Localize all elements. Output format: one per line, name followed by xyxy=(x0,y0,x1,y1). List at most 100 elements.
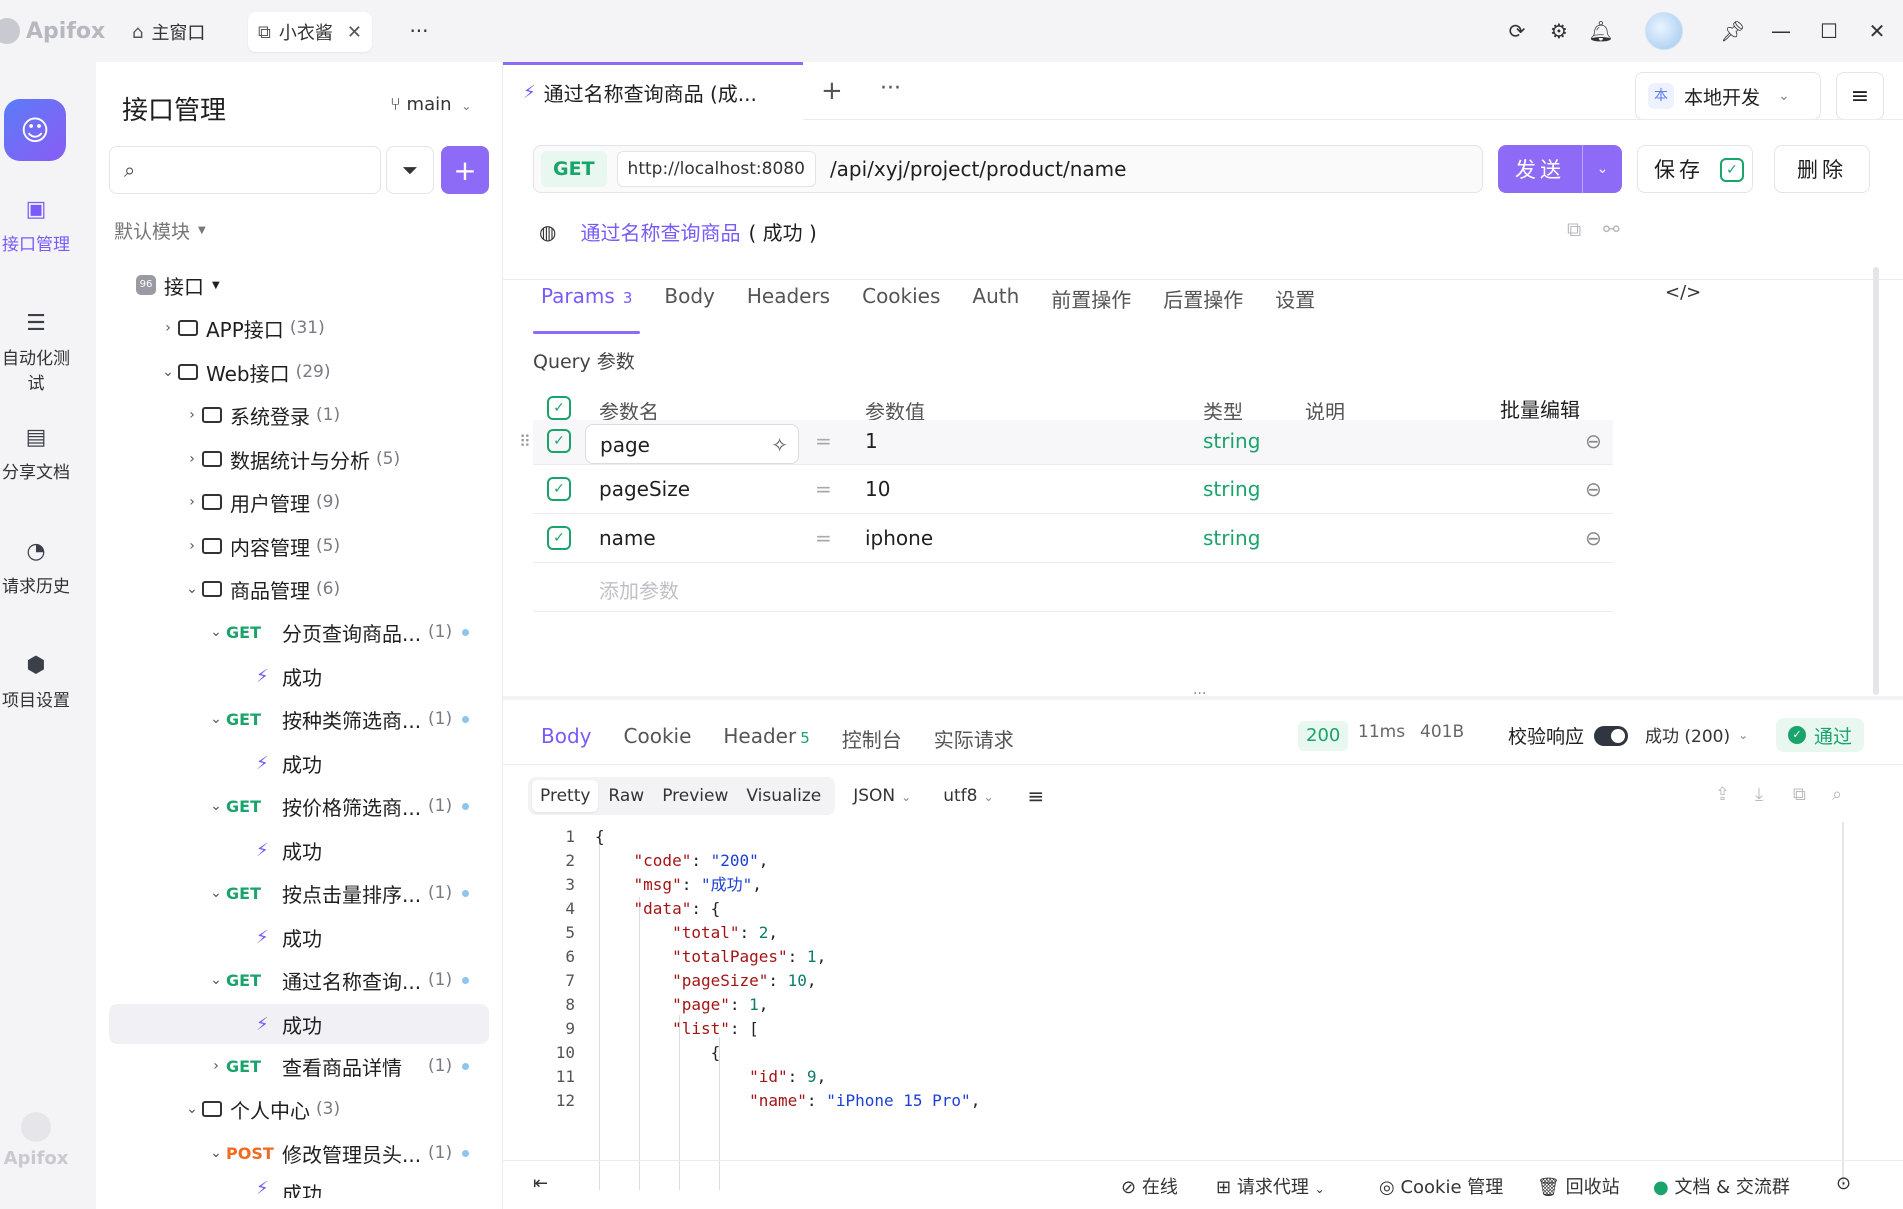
method-select[interactable]: GET xyxy=(541,151,607,187)
url-bar[interactable]: GET http://localhost:8080 /api/xyj/proje… xyxy=(533,145,1483,193)
close-window-icon[interactable]: ✕ xyxy=(1864,18,1890,44)
more-tabs-button[interactable]: ··· xyxy=(406,18,432,44)
tree-case-selected[interactable]: ⚡︎ 成功 xyxy=(109,1004,489,1044)
rail-item-history[interactable]: ◔ 请求历史 xyxy=(0,540,72,598)
upload-icon[interactable]: ⇪ xyxy=(1715,784,1730,805)
tree-api[interactable]: ⌄ GET 按价格筛选商... (1) xyxy=(206,788,470,824)
branch-select[interactable]: ⑂ main ⌄ xyxy=(390,94,471,115)
back-to-top-icon[interactable]: ⊙ xyxy=(1836,1173,1851,1194)
tree-api[interactable]: ⌄ GET 分页查询商品... (1) xyxy=(206,614,470,650)
share-icon[interactable]: ⚯ xyxy=(1603,217,1620,241)
minimize-icon[interactable]: — xyxy=(1768,18,1794,44)
param-type[interactable]: string xyxy=(1203,477,1260,501)
validate-toggle[interactable]: 校验响应 xyxy=(1508,722,1629,749)
add-button[interactable]: + xyxy=(441,146,489,194)
param-value[interactable]: 10 xyxy=(865,477,890,501)
view-visualize[interactable]: Visualize xyxy=(738,780,829,812)
param-type[interactable]: string xyxy=(1203,526,1260,550)
proxy-select[interactable]: ⊞ 请求代理 ⌄ xyxy=(1216,1173,1325,1199)
tree-folder[interactable]: ⌄ Web接口 (29) xyxy=(158,354,330,390)
refresh-icon[interactable]: ⟳ xyxy=(1504,18,1530,44)
code-icon[interactable]: </> xyxy=(1665,282,1701,303)
param-value[interactable]: 1 xyxy=(865,429,878,453)
tree-api[interactable]: ⌄ GET 通过名称查询... (1) xyxy=(206,962,470,998)
param-value[interactable]: iphone xyxy=(865,526,933,550)
path-input[interactable]: /api/xyj/project/product/name xyxy=(830,157,1126,181)
recycle-bin[interactable]: 🗑︎ 回收站 xyxy=(1537,1173,1620,1199)
gear-icon[interactable]: ⚙ xyxy=(1546,18,1572,44)
response-body-viewer[interactable]: 1 2 3 4 5 6 7 8 9 10 11 12 { "code": "20… xyxy=(533,825,1623,1190)
remove-icon[interactable]: ⊖ xyxy=(1585,429,1602,453)
save-button[interactable]: 保存 ✓ xyxy=(1637,145,1753,193)
view-pretty[interactable]: Pretty xyxy=(532,780,599,812)
tab-pre-script[interactable]: 前置操作 xyxy=(1051,284,1131,328)
copy-icon[interactable]: ⧉ xyxy=(1793,784,1806,805)
param-name[interactable]: pageSize xyxy=(599,477,690,501)
maximize-icon[interactable]: ☐ xyxy=(1816,18,1842,44)
tab-post-script[interactable]: 后置操作 xyxy=(1163,284,1243,328)
view-raw[interactable]: Raw xyxy=(600,780,652,812)
rail-item-docs[interactable]: ▤ 分享文档 xyxy=(0,426,72,484)
tree-api[interactable]: › GET 查看商品详情 (1) xyxy=(206,1048,470,1084)
chevron-down-icon[interactable]: ⌄ xyxy=(1583,161,1622,177)
tab-auth[interactable]: Auth xyxy=(972,284,1019,328)
bulk-edit-button[interactable]: 批量编辑 xyxy=(1500,394,1580,423)
tree-api[interactable]: ⌄ GET 按种类筛选商... (1) xyxy=(206,701,470,737)
case-name-link[interactable]: 通过名称查询商品 xyxy=(580,217,740,246)
pin-icon[interactable]: 📌︎ xyxy=(1720,18,1746,44)
avatar[interactable] xyxy=(1645,12,1683,50)
row-checkbox[interactable]: ✓ xyxy=(547,429,571,453)
tree-case[interactable]: ⚡︎ 成功 xyxy=(256,745,322,781)
drag-handle-icon[interactable]: ··· xyxy=(1193,686,1206,702)
module-select[interactable]: 默认模块 ▼ xyxy=(114,212,206,248)
tab-params[interactable]: Params 3 xyxy=(532,284,641,334)
tree-case[interactable]: ⚡︎ 成功 xyxy=(256,832,322,868)
tree-folder[interactable]: ⌄ 商品管理 (6) xyxy=(182,571,340,607)
validate-select[interactable]: 成功 (200) ⌄ xyxy=(1645,722,1748,747)
project-logo[interactable]: ☺ xyxy=(4,99,66,161)
scrollbar[interactable] xyxy=(1873,267,1879,695)
tree-case[interactable]: ⚡︎ 成功 xyxy=(256,658,322,694)
collapse-sidebar-icon[interactable]: ⇤ xyxy=(533,1173,548,1194)
docs-community[interactable]: ● 文档 & 交流群 xyxy=(1653,1173,1790,1199)
row-checkbox[interactable]: ✓ xyxy=(547,526,571,550)
doc-tab-active[interactable]: ⚡︎ 通过名称查询商品 (成... xyxy=(503,62,803,120)
tree-api[interactable]: ⌄ POST 修改管理员头... (1) xyxy=(206,1135,470,1171)
tab-headers[interactable]: Headers xyxy=(747,284,830,328)
environment-select[interactable]: 本 本地开发 ⌄ xyxy=(1635,72,1821,120)
tree-folder[interactable]: › 系统登录 (1) xyxy=(182,397,340,433)
online-status[interactable]: ⊘ 在线 xyxy=(1121,1173,1178,1199)
rail-item-api[interactable]: ▣ 接口管理 xyxy=(0,198,72,256)
filter-button[interactable]: ⏷ xyxy=(386,146,434,194)
search-input[interactable]: ⌕ xyxy=(109,146,381,194)
wrap-lines-icon[interactable]: ≡ xyxy=(1028,784,1045,808)
send-button[interactable]: 发送 ⌄ xyxy=(1498,145,1622,193)
tree-folder[interactable]: ⌄ 个人中心 (3) xyxy=(182,1091,340,1127)
bell-icon[interactable]: 🔔︎ xyxy=(1588,18,1614,44)
rail-item-settings[interactable]: ⬢ 项目设置 xyxy=(0,654,72,712)
format-select[interactable]: JSON ⌄ xyxy=(853,786,911,806)
tree-api[interactable]: ⌄ GET 按点击量排序... (1) xyxy=(206,875,470,911)
delete-button[interactable]: 删除 xyxy=(1774,145,1870,193)
window-tab-project[interactable]: ⧉ 小衣酱 ✕ xyxy=(248,12,372,52)
cookie-manager[interactable]: ◎ Cookie 管理 xyxy=(1379,1173,1503,1199)
menu-button[interactable]: ≡ xyxy=(1836,72,1884,120)
download-icon[interactable]: ⤓ xyxy=(1755,784,1763,805)
rail-item-automation[interactable]: ☰ 自动化测试 xyxy=(0,312,72,395)
new-tab-button[interactable]: + xyxy=(821,76,843,106)
view-preview[interactable]: Preview xyxy=(654,780,736,812)
scrollbar[interactable] xyxy=(1842,822,1844,1187)
row-checkbox[interactable]: ✓ xyxy=(547,477,571,501)
base-url[interactable]: http://localhost:8080 xyxy=(616,151,816,187)
close-tab-icon[interactable]: ✕ xyxy=(347,22,362,43)
param-name-input[interactable]: page ✧ xyxy=(585,424,799,464)
remove-icon[interactable]: ⊖ xyxy=(1585,477,1602,501)
tree-folder[interactable]: › 内容管理 (5) xyxy=(182,528,340,564)
tab-cookies[interactable]: Cookies xyxy=(862,284,940,328)
tab-body[interactable]: Body xyxy=(664,284,715,328)
more-tabs-button[interactable]: ··· xyxy=(880,76,901,101)
tree-root[interactable]: 96 接口 ▼ xyxy=(136,267,220,303)
window-tab-home[interactable]: ⌂ 主窗口 xyxy=(122,12,215,52)
pin-icon[interactable]: ✧ xyxy=(771,433,788,457)
toggle-switch[interactable] xyxy=(1594,725,1629,746)
